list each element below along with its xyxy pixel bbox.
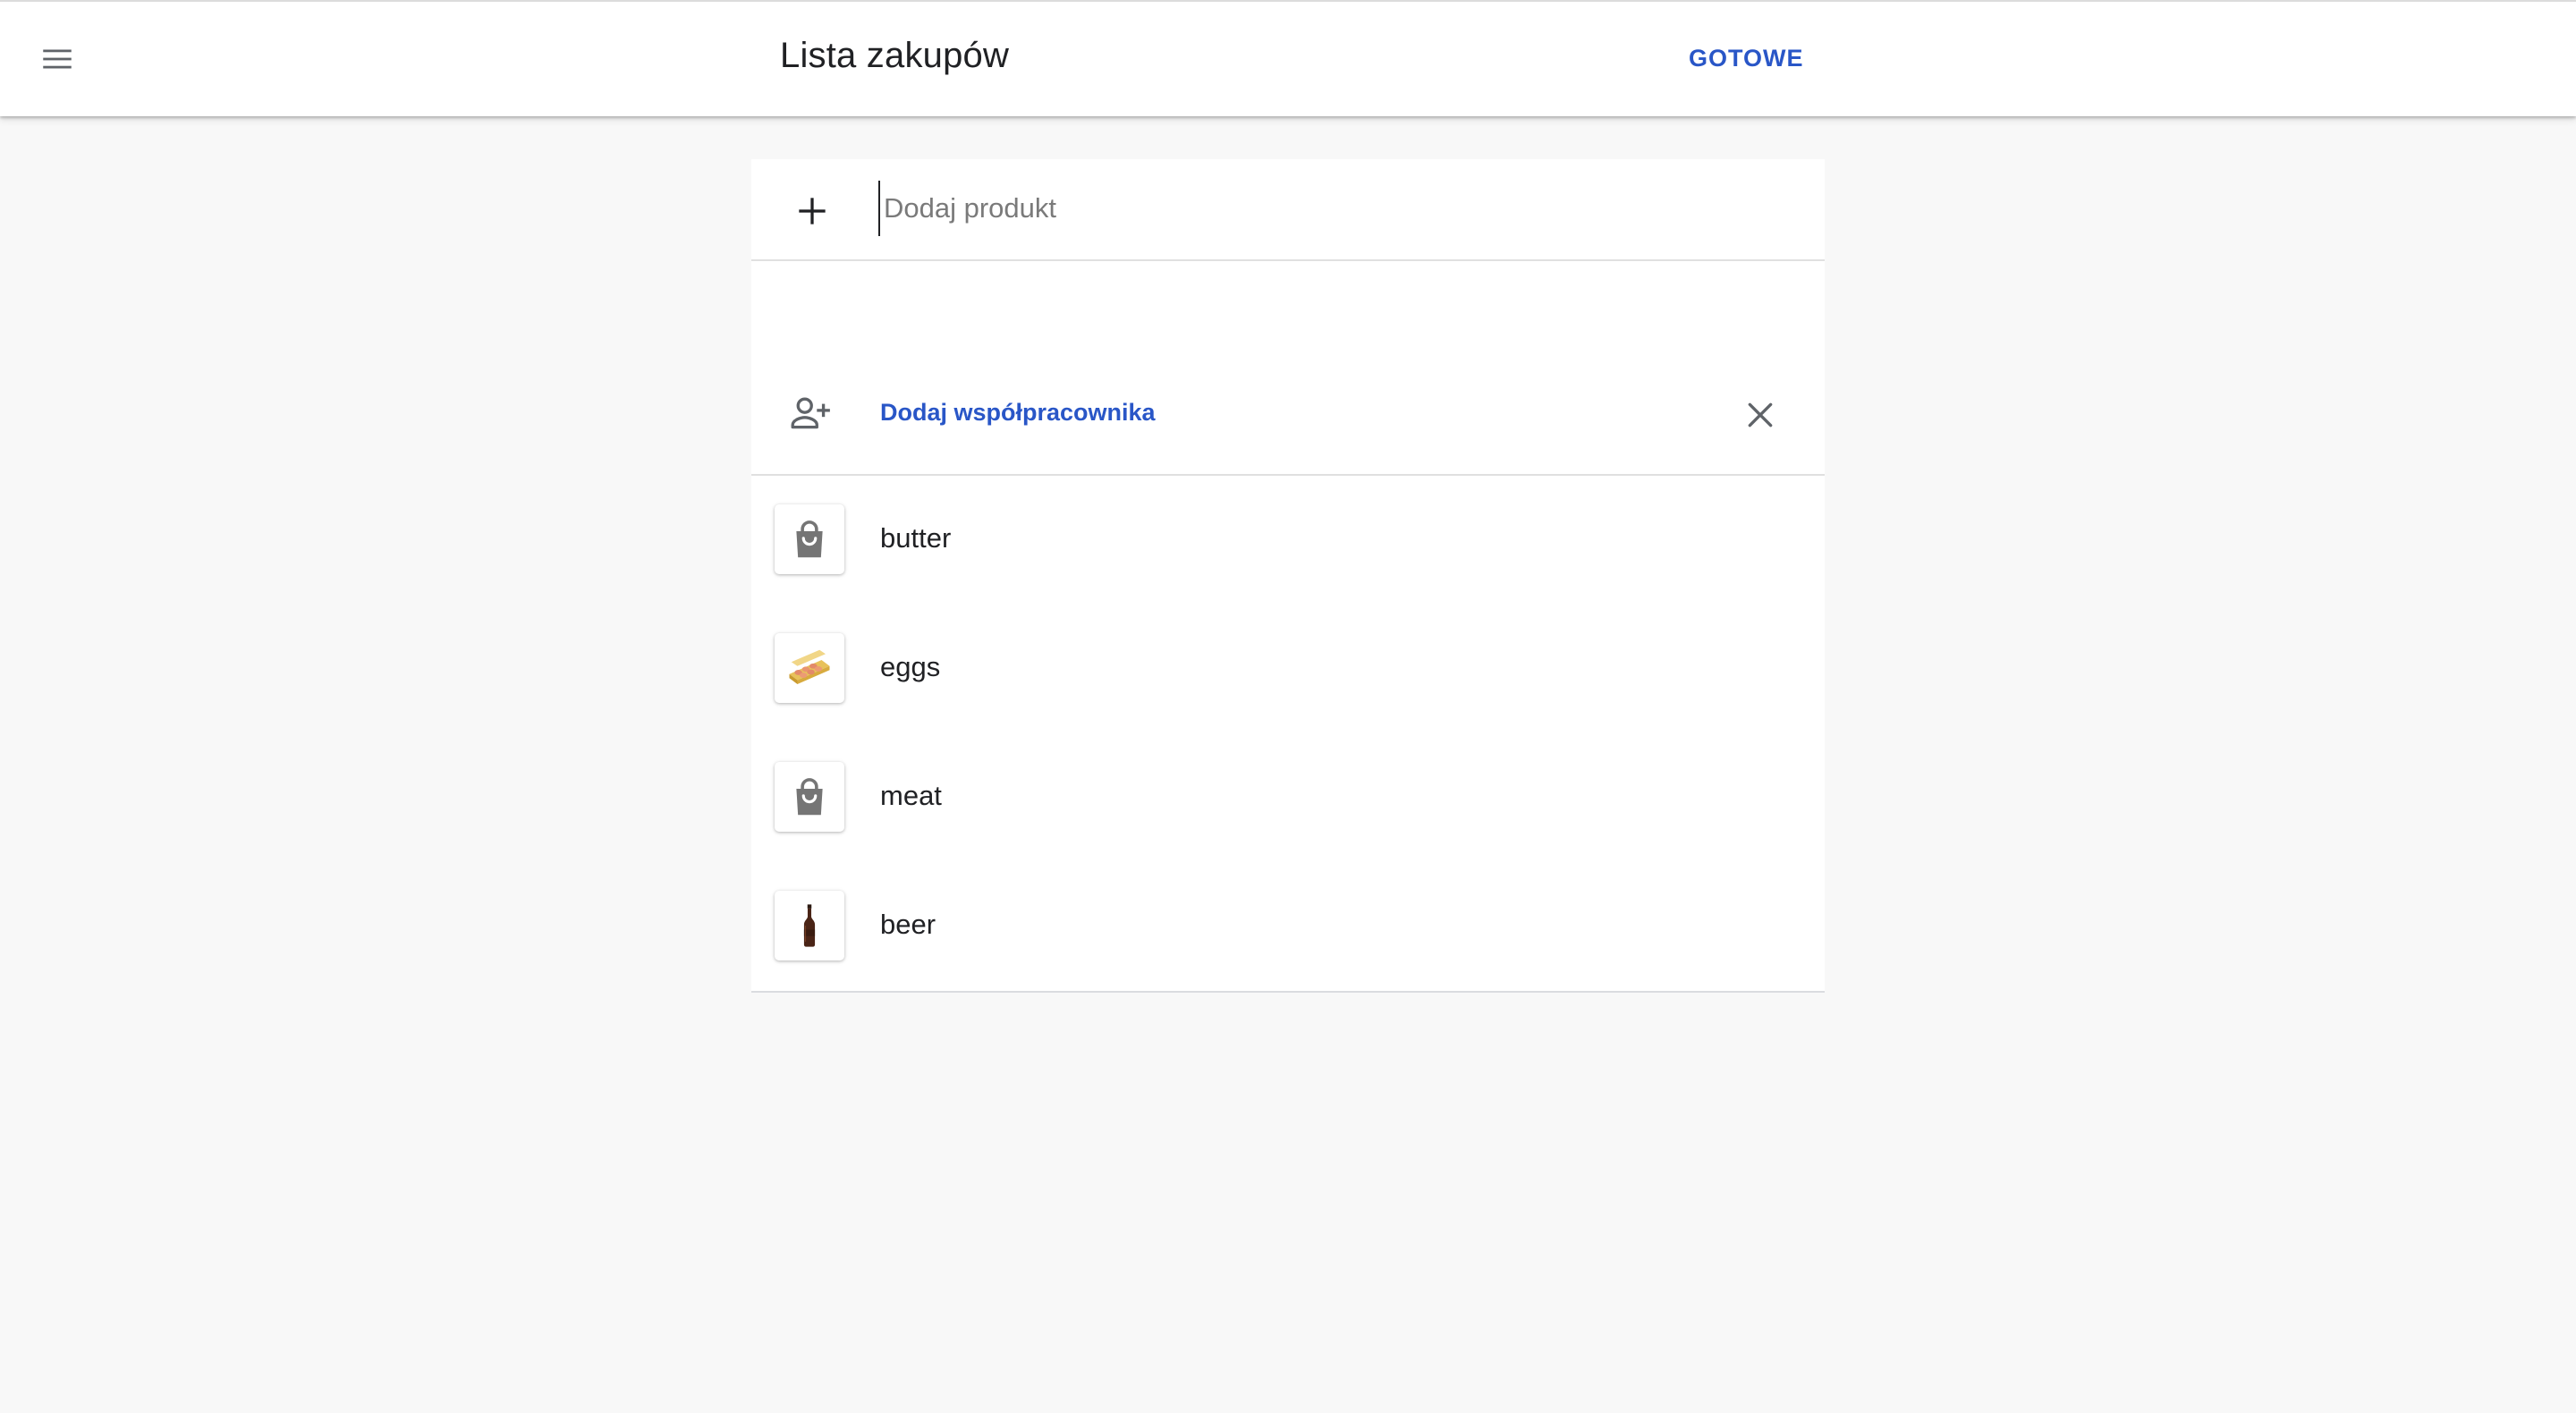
add-collaborator-row: Dodaj współpracownika (751, 370, 1825, 476)
item-thumbnail (775, 891, 844, 960)
shopping-bag-icon (796, 520, 823, 558)
top-app-bar: Lista zakupów GOTOWE (0, 0, 2576, 116)
page-title: Lista zakupów (780, 36, 1010, 75)
list-item[interactable]: meat (751, 733, 1825, 862)
add-product-input[interactable] (878, 181, 1778, 236)
person-add-icon (785, 388, 835, 438)
menu-button[interactable] (32, 34, 82, 84)
shopping-bag-icon (796, 778, 823, 816)
list-item[interactable]: eggs (751, 605, 1825, 733)
item-name: eggs (880, 651, 941, 682)
item-name: beer (880, 909, 936, 940)
eggs-image (789, 649, 830, 684)
plus-icon (799, 198, 826, 224)
list-item[interactable]: butter (751, 476, 1825, 605)
close-icon (1748, 402, 1773, 427)
shopping-list-card: Dodaj współpracownika butter (751, 159, 1825, 993)
beer-bottle-image (803, 904, 816, 947)
add-product-button[interactable] (787, 186, 837, 236)
item-name: meat (880, 780, 942, 811)
dismiss-collaborator-button[interactable] (1735, 390, 1785, 440)
menu-icon (43, 49, 72, 69)
add-collaborator-link[interactable]: Dodaj współpracownika (880, 399, 1156, 427)
shopping-items-list: butter eggs meat beer (751, 476, 1825, 991)
item-name: butter (880, 522, 952, 554)
done-button[interactable]: GOTOWE (1682, 41, 1811, 76)
item-thumbnail (775, 762, 844, 832)
add-product-row (751, 159, 1825, 261)
list-item[interactable]: beer (751, 862, 1825, 991)
item-thumbnail (775, 633, 844, 703)
item-thumbnail (775, 504, 844, 574)
